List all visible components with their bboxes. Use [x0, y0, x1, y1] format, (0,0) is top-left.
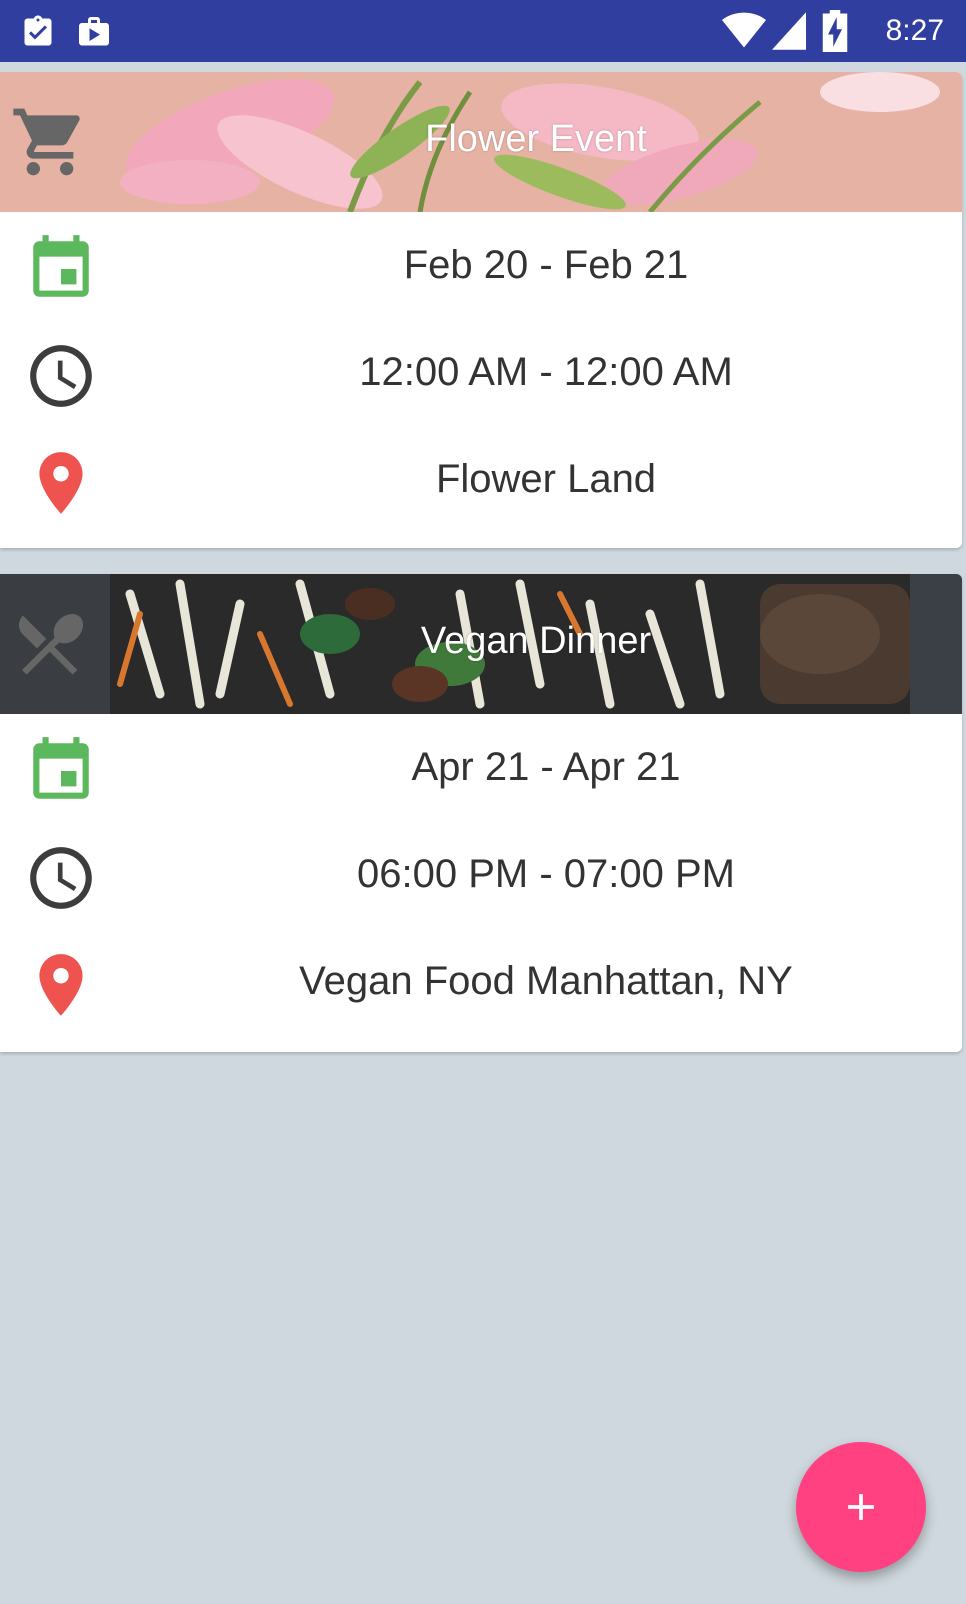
location-pin-icon — [39, 452, 83, 514]
event-header: Vegan Dinner — [0, 574, 962, 714]
clock-icon — [30, 345, 92, 407]
event-time-row: 06:00 PM - 07:00 PM — [0, 821, 962, 928]
location-pin-icon — [39, 954, 83, 1016]
event-date-row: Feb 20 - Feb 21 — [0, 212, 962, 319]
event-title: Flower Event — [425, 118, 647, 160]
event-time: 06:00 PM - 07:00 PM — [357, 852, 735, 896]
add-event-button[interactable] — [796, 1442, 926, 1572]
battery-charging-icon — [822, 10, 848, 52]
event-location: Vegan Food Manhattan, NY — [299, 959, 793, 1003]
event-time-row: 12:00 AM - 12:00 AM — [0, 319, 962, 426]
cell-signal-icon — [772, 12, 806, 50]
event-date: Apr 21 - Apr 21 — [411, 745, 681, 789]
event-title: Vegan Dinner — [420, 620, 652, 662]
plus-icon — [848, 1494, 874, 1520]
clipboard-check-icon — [24, 15, 52, 46]
event-card[interactable]: Vegan Dinner Apr 21 - Apr 21 06:00 PM - … — [0, 574, 962, 1052]
event-location-row: Flower Land — [0, 426, 962, 533]
event-date-row: Apr 21 - Apr 21 — [0, 714, 962, 821]
event-card[interactable]: Flower Event Feb 20 - Feb 21 12:00 AM - … — [0, 72, 962, 548]
event-header: Flower Event — [0, 72, 962, 212]
clock-icon — [30, 847, 92, 909]
event-date: Feb 20 - Feb 21 — [403, 243, 689, 287]
status-time: 8:27 — [885, 14, 944, 47]
calendar-icon — [33, 737, 89, 799]
event-location-row: Vegan Food Manhattan, NY — [0, 928, 962, 1035]
wifi-icon — [722, 12, 766, 48]
status-bar: 8:27 — [0, 0, 966, 62]
briefcase-play-icon — [79, 17, 109, 46]
event-time: 12:00 AM - 12:00 AM — [359, 350, 733, 394]
event-location: Flower Land — [435, 457, 657, 501]
calendar-icon — [33, 235, 89, 297]
